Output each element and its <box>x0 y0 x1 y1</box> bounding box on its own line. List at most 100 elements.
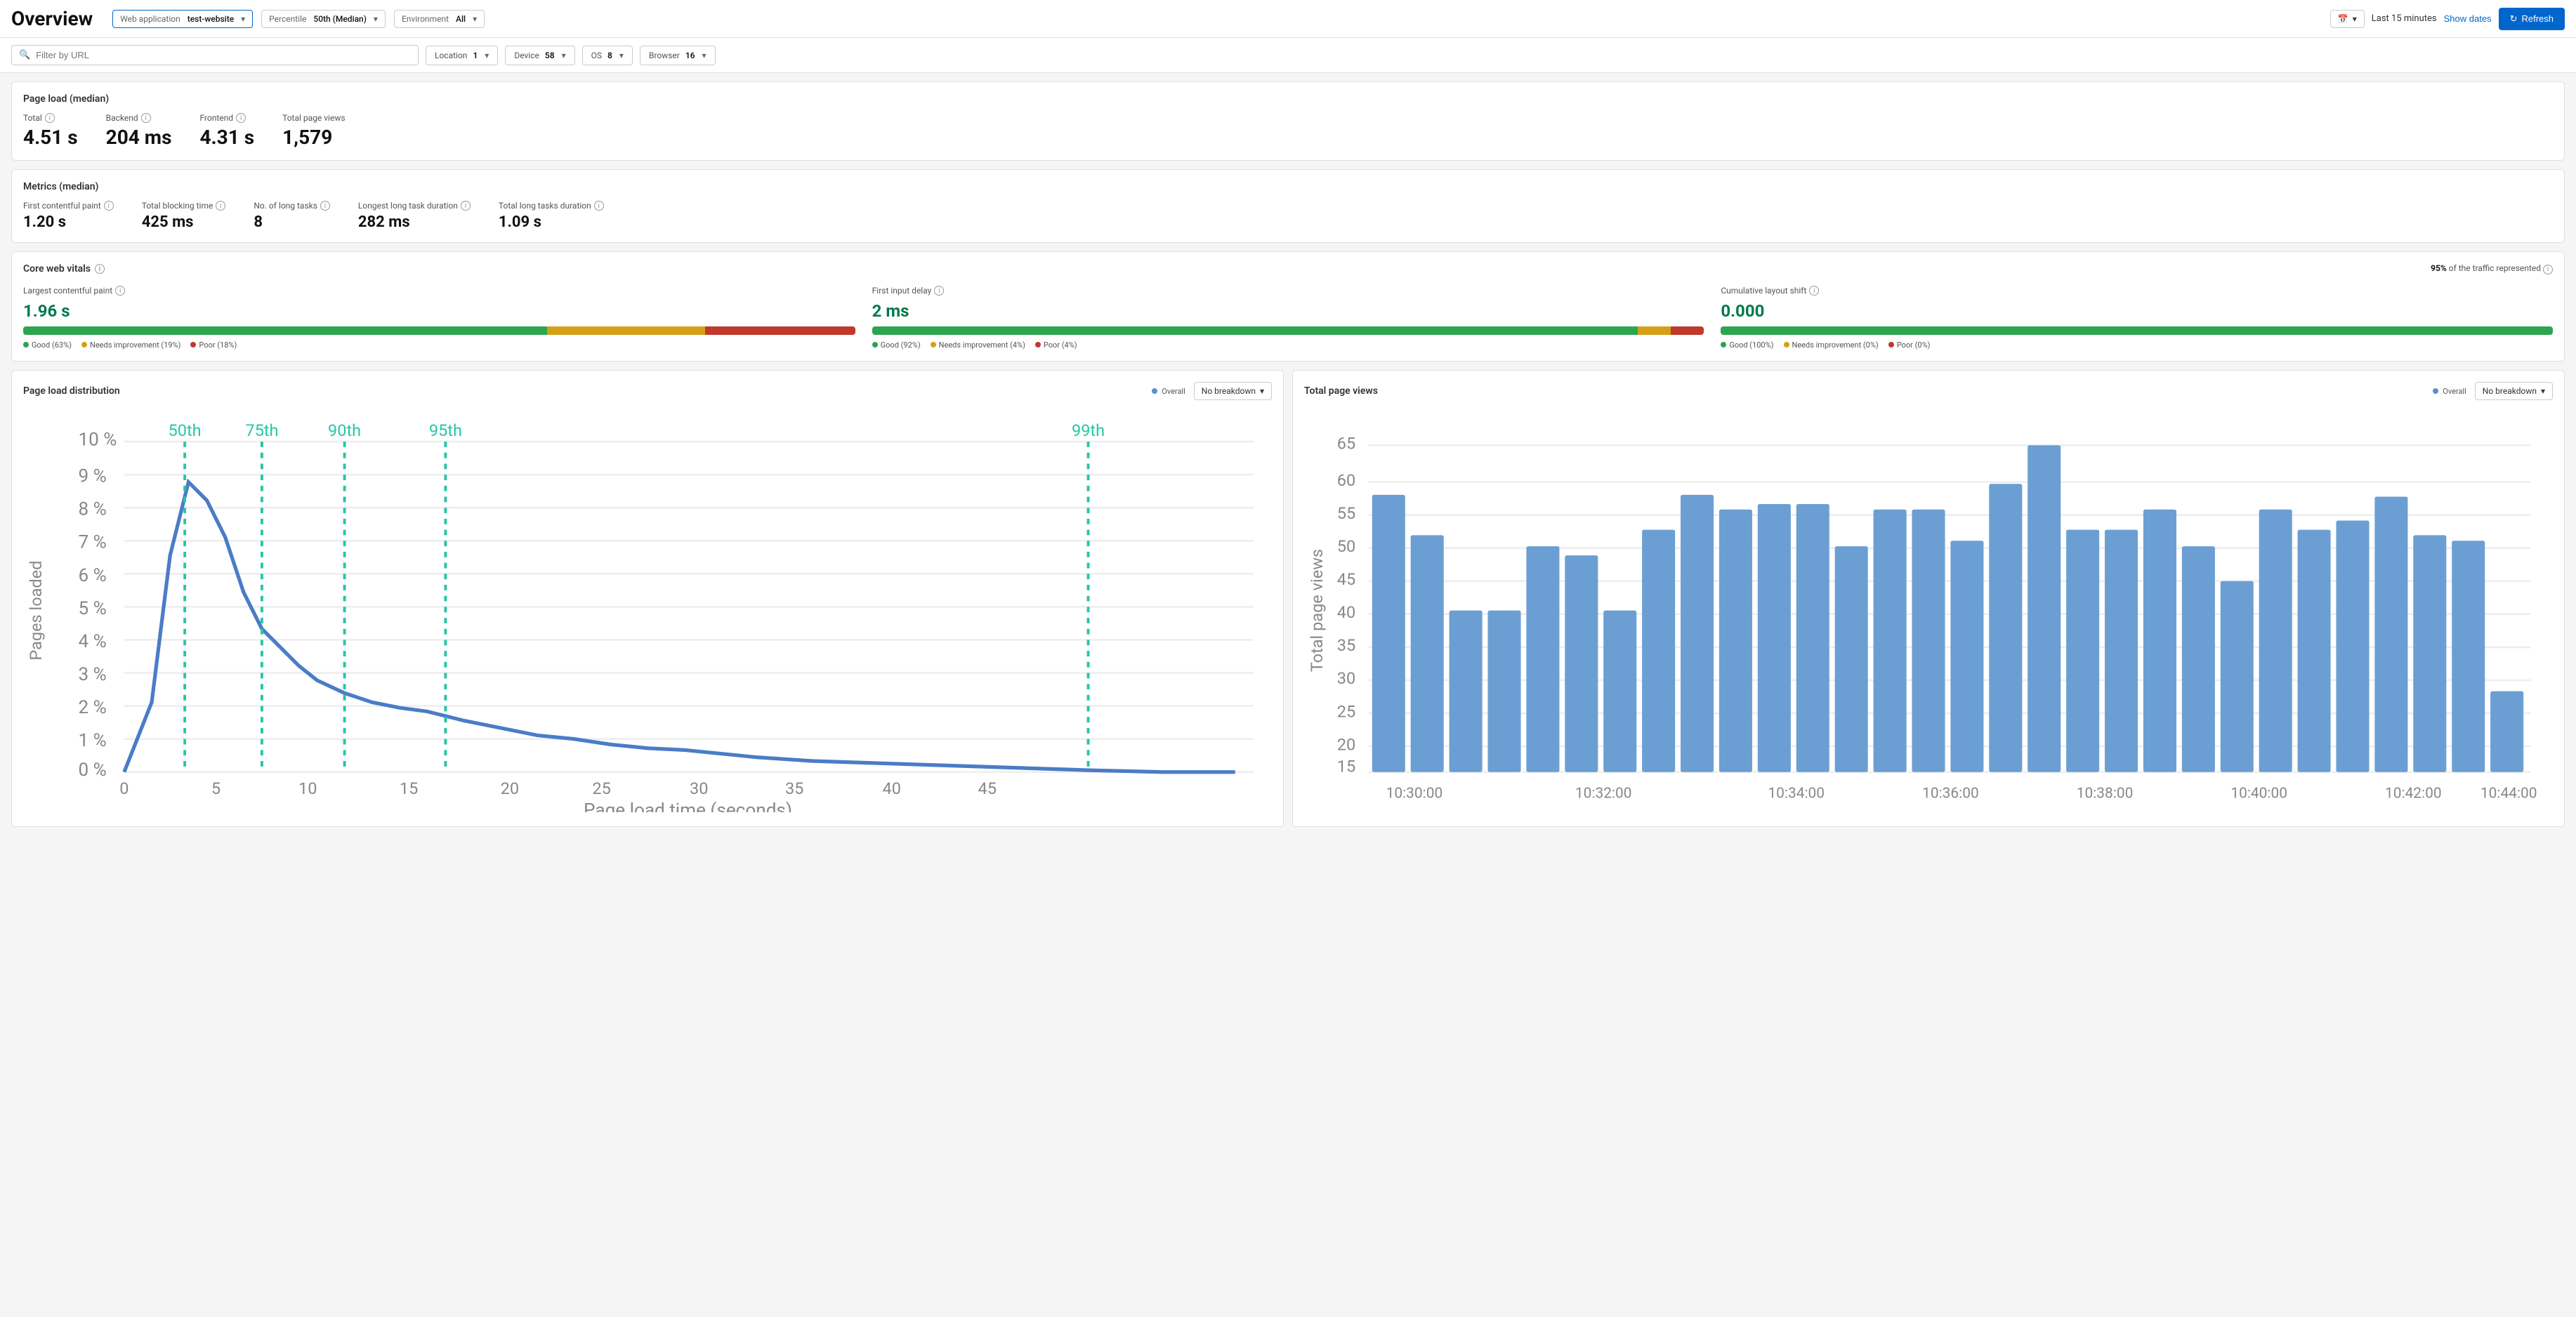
percentile-caret-icon: ▾ <box>374 14 378 24</box>
svg-text:15: 15 <box>1337 757 1355 776</box>
os-caret-icon: ▾ <box>619 51 624 60</box>
time-range-label: Last 15 minutes <box>2372 13 2437 24</box>
total-page-views-title: Total page views <box>1304 385 1378 397</box>
lcp-item: Largest contentful paint i 1.96 s Good (… <box>23 286 855 350</box>
lcp-legend: Good (63%) Needs improvement (19%) Poor … <box>23 340 855 350</box>
environment-filter[interactable]: Environment All ▾ <box>394 10 485 28</box>
svg-text:10 %: 10 % <box>78 429 117 450</box>
total-metric: Total i 4.51 s <box>23 113 78 149</box>
cls-legend: Good (100%) Needs improvement (0%) Poor … <box>1721 340 2553 350</box>
backend-metric: Backend i 204 ms <box>106 113 172 149</box>
overall-dot <box>1152 388 1157 394</box>
device-filter[interactable]: Device 58 ▾ <box>505 46 574 65</box>
svg-text:65: 65 <box>1337 434 1355 454</box>
os-filter[interactable]: OS 8 ▾ <box>582 46 633 65</box>
web-app-filter[interactable]: Web application test-website ▾ <box>112 10 253 28</box>
page-load-breakdown-select[interactable]: No breakdown ▾ <box>1194 382 1272 400</box>
longest-task-metric: Longest long task duration i 282 ms <box>358 201 471 231</box>
metrics-median-row: First contentful paint i 1.20 s Total bl… <box>23 201 2553 231</box>
views-breakdown-caret-icon: ▾ <box>2541 386 2545 396</box>
svg-text:10:34:00: 10:34:00 <box>1768 785 1825 802</box>
environment-value: All <box>456 14 466 24</box>
total-page-views-header: Total page views Overall No breakdown ▾ <box>1304 382 2553 400</box>
cwv-grid: Largest contentful paint i 1.96 s Good (… <box>23 286 2553 350</box>
svg-text:35: 35 <box>1337 635 1355 655</box>
svg-text:20: 20 <box>1337 734 1355 754</box>
svg-text:6 %: 6 % <box>78 565 106 586</box>
svg-text:3 %: 3 % <box>78 664 106 685</box>
traffic-note: 95% of the traffic represented i <box>2431 263 2553 274</box>
time-section: 📅 ▾ Last 15 minutes Show dates ↻ Refresh <box>2330 8 2565 30</box>
svg-text:10:36:00: 10:36:00 <box>1922 785 1979 802</box>
lcp-info-icon[interactable]: i <box>115 286 125 296</box>
url-search-container[interactable]: 🔍 <box>11 45 419 65</box>
long-tasks-info-icon[interactable]: i <box>320 201 330 211</box>
fid-info-icon[interactable]: i <box>934 286 944 296</box>
page-load-overall-legend: Overall <box>1152 387 1185 396</box>
cls-good-bar <box>1721 326 2553 335</box>
percentile-label: Percentile <box>269 14 306 24</box>
url-search-input[interactable] <box>36 50 411 60</box>
svg-text:95th: 95th <box>429 421 462 440</box>
total-page-views-chart: 65 60 55 50 45 40 35 30 25 20 15 Total p… <box>1304 409 2553 812</box>
lcp-value: 1.96 s <box>23 301 855 321</box>
svg-text:Total page views: Total page views <box>1307 549 1327 672</box>
cls-poor-dot <box>1888 342 1894 348</box>
fid-legend: Good (92%) Needs improvement (4%) Poor (… <box>872 340 1704 350</box>
lcp-needs-dot <box>81 342 87 348</box>
total-long-info-icon[interactable]: i <box>594 201 604 211</box>
refresh-button[interactable]: ↻ Refresh <box>2499 8 2565 30</box>
svg-text:50: 50 <box>1337 536 1355 556</box>
metrics-median-title: Metrics (median) <box>23 181 2553 192</box>
frontend-metric: Frontend i 4.31 s <box>199 113 254 149</box>
svg-text:10:40:00: 10:40:00 <box>2230 785 2287 802</box>
time-caret-icon: ▾ <box>2353 14 2357 24</box>
fid-good-bar <box>872 326 1638 335</box>
svg-text:25: 25 <box>592 779 610 798</box>
total-value: 4.51 s <box>23 126 78 149</box>
calendar-icon: 📅 <box>2338 14 2348 24</box>
web-app-label: Web application <box>120 14 180 24</box>
fid-poor-dot <box>1035 342 1041 348</box>
environment-caret-icon: ▾ <box>473 14 477 24</box>
lcp-good-dot <box>23 342 29 348</box>
backend-info-icon[interactable]: i <box>141 113 151 123</box>
metrics-median-card: Metrics (median) First contentful paint … <box>11 169 2565 243</box>
fid-value: 2 ms <box>872 301 1704 321</box>
svg-text:20: 20 <box>501 779 519 798</box>
fcp-info-icon[interactable]: i <box>104 201 114 211</box>
svg-text:50th: 50th <box>169 421 202 440</box>
time-range-picker[interactable]: 📅 ▾ <box>2330 10 2365 28</box>
page-views-overall-legend: Overall <box>2433 387 2466 396</box>
frontend-info-icon[interactable]: i <box>236 113 246 123</box>
total-info-icon[interactable]: i <box>45 113 55 123</box>
percentile-filter[interactable]: Percentile 50th (Median) ▾ <box>261 10 386 28</box>
cls-good-dot <box>1721 342 1726 348</box>
svg-text:75th: 75th <box>245 421 278 440</box>
browser-caret-icon: ▾ <box>702 51 707 60</box>
page-views-metric: Total page views 1,579 <box>282 113 345 149</box>
environment-label: Environment <box>402 14 449 24</box>
svg-text:Pages loaded: Pages loaded <box>26 561 46 661</box>
page-views-breakdown-select[interactable]: No breakdown ▾ <box>2475 382 2553 400</box>
svg-text:10:44:00: 10:44:00 <box>2480 785 2537 802</box>
show-dates-button[interactable]: Show dates <box>2444 13 2492 24</box>
svg-text:9 %: 9 % <box>78 466 106 487</box>
traffic-info-icon[interactable]: i <box>2543 265 2553 274</box>
svg-text:30: 30 <box>1337 668 1355 688</box>
breakdown-caret-icon: ▾ <box>1260 386 1264 396</box>
location-filter[interactable]: Location 1 ▾ <box>426 46 498 65</box>
tbt-info-icon[interactable]: i <box>216 201 225 211</box>
total-long-value: 1.09 s <box>499 213 604 231</box>
svg-text:45: 45 <box>1337 569 1355 589</box>
svg-text:35: 35 <box>785 779 803 798</box>
cwv-info-icon[interactable]: i <box>95 264 105 274</box>
search-icon: 🔍 <box>19 50 30 60</box>
cls-info-icon[interactable]: i <box>1809 286 1819 296</box>
longest-info-icon[interactable]: i <box>461 201 471 211</box>
web-app-value: test-website <box>188 14 234 24</box>
svg-text:Page load time (seconds): Page load time (seconds) <box>584 800 792 812</box>
browser-filter[interactable]: Browser 16 ▾ <box>640 46 716 65</box>
svg-text:45: 45 <box>978 779 997 798</box>
svg-text:60: 60 <box>1337 470 1355 490</box>
